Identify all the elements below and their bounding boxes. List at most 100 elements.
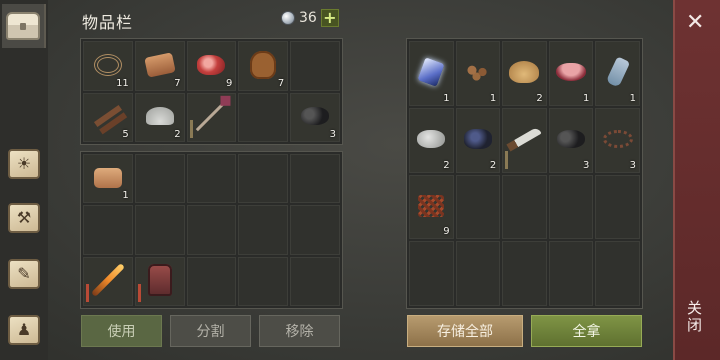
store-all-button[interactable]: 存储全部 <box>407 315 523 347</box>
inventory-slot[interactable]: 5 <box>83 92 133 142</box>
inventory-slot[interactable]: 2 <box>455 107 501 173</box>
sidebar-item-day-night[interactable]: ☀ <box>2 142 46 186</box>
close-icon[interactable]: ✕ <box>686 12 704 34</box>
machete-icon <box>506 126 543 152</box>
item-quantity: 1 <box>583 92 590 104</box>
durability-bar <box>86 283 89 302</box>
sun-icon: ☀ <box>8 149 40 179</box>
grain-icon <box>509 61 540 84</box>
empty-slot[interactable] <box>290 41 340 91</box>
seeds-icon <box>462 63 493 82</box>
inventory-slot[interactable]: 1 <box>548 41 594 106</box>
inventory-slot[interactable]: 7 <box>238 41 289 91</box>
gem-icon <box>281 11 295 25</box>
crystal-icon <box>417 57 445 87</box>
inventory-slot[interactable]: 11 <box>83 41 133 91</box>
cloth-icon <box>93 167 122 188</box>
item-quantity: 7 <box>277 77 285 89</box>
storage-grid: 1 1 2 1 1 2 2 3 3 9 <box>406 38 643 309</box>
empty-slot[interactable] <box>595 174 640 240</box>
sidebar-item-crafting[interactable]: ⚒ <box>2 196 46 240</box>
item-quantity: 1 <box>122 190 129 202</box>
close-label[interactable]: 关闭 <box>684 300 705 334</box>
inventory-slot[interactable]: 1 <box>409 41 454 106</box>
empty-slot[interactable] <box>134 205 185 255</box>
empty-slot[interactable] <box>595 241 640 306</box>
item-quantity: 3 <box>329 129 336 140</box>
item-quantity: 11 <box>116 77 129 89</box>
empty-slot[interactable] <box>290 205 340 255</box>
inventory-slot[interactable]: 9 <box>186 41 237 91</box>
spear-icon <box>196 101 227 132</box>
item-quantity: 2 <box>174 129 181 140</box>
inventory-slot[interactable]: 2 <box>502 41 547 106</box>
armor-icon <box>147 264 172 297</box>
empty-slot[interactable] <box>548 174 594 240</box>
inventory-slot[interactable]: 1 <box>455 41 501 106</box>
inventory-quick-grid: 11 7 9 7 5 2 3 <box>80 38 343 145</box>
sidebar-item-quests[interactable]: ✎ <box>2 252 46 296</box>
empty-slot[interactable] <box>238 154 289 204</box>
empty-slot[interactable] <box>186 205 237 255</box>
coal-icon <box>557 129 586 148</box>
inventory-slot[interactable] <box>134 256 185 306</box>
empty-slot[interactable] <box>455 241 501 306</box>
coal-icon <box>301 107 330 126</box>
hammer-icon: ⚒ <box>8 203 40 233</box>
item-quantity: 7 <box>174 77 181 89</box>
empty-slot[interactable] <box>455 174 501 240</box>
sidebar-item-character[interactable]: ♟ <box>2 308 46 352</box>
inventory-slot[interactable]: 2 <box>134 92 185 142</box>
inventory-slot[interactable]: 3 <box>595 107 640 173</box>
empty-slot[interactable] <box>238 205 289 255</box>
empty-slot[interactable] <box>134 154 185 204</box>
gem-count-value: 36 <box>299 10 317 26</box>
bottle-icon <box>605 56 630 88</box>
sidebar-item-inventory[interactable] <box>2 4 46 48</box>
inventory-slot[interactable]: 9 <box>409 174 454 240</box>
take-all-button[interactable]: 全拿 <box>531 315 642 347</box>
inventory-slot[interactable]: 3 <box>290 92 340 142</box>
page-title: 物品栏 <box>82 13 134 32</box>
sidebar: ☀ ⚒ ✎ ♟ <box>0 0 48 360</box>
add-gems-button[interactable]: + <box>320 9 339 27</box>
inventory-slot[interactable]: 1 <box>595 41 640 106</box>
torch-icon <box>90 263 125 298</box>
chest-icon <box>6 12 40 40</box>
backpack-icon: ♟ <box>8 315 40 345</box>
inventory-slot[interactable]: 1 <box>83 154 133 204</box>
empty-slot[interactable] <box>186 154 237 204</box>
empty-slot[interactable] <box>186 256 237 306</box>
remove-button[interactable]: 移除 <box>259 315 340 347</box>
use-button[interactable]: 使用 <box>81 315 162 347</box>
empty-slot[interactable] <box>502 174 547 240</box>
scroll-icon: ✎ <box>8 259 40 289</box>
raw-meat-icon <box>197 54 226 75</box>
inventory-slot[interactable] <box>502 107 547 173</box>
empty-slot[interactable] <box>548 241 594 306</box>
iron-ore-icon <box>463 128 492 149</box>
durability-bar <box>189 120 193 138</box>
leather-icon <box>143 52 176 78</box>
berry-bowl-icon <box>556 63 587 82</box>
empty-slot[interactable] <box>290 154 340 204</box>
split-button[interactable]: 分割 <box>170 315 251 347</box>
empty-slot[interactable] <box>83 205 133 255</box>
inventory-slot[interactable]: 3 <box>548 107 594 173</box>
inventory-slot[interactable] <box>83 256 133 306</box>
empty-slot[interactable] <box>238 256 289 306</box>
empty-slot[interactable] <box>238 92 289 142</box>
empty-slot[interactable] <box>290 256 340 306</box>
item-quantity: 3 <box>629 159 636 171</box>
item-quantity: 9 <box>443 226 450 238</box>
item-quantity: 1 <box>489 92 497 104</box>
inventory-slot[interactable]: 2 <box>409 107 454 173</box>
currency-display: 36 + <box>281 9 339 27</box>
animal-hide-icon <box>250 50 277 79</box>
empty-slot[interactable] <box>502 241 547 306</box>
inventory-slot[interactable]: 7 <box>134 41 185 91</box>
trap-icon <box>418 194 445 217</box>
empty-slot[interactable] <box>409 241 454 306</box>
item-quantity: 2 <box>536 92 543 104</box>
inventory-slot[interactable] <box>186 92 237 142</box>
